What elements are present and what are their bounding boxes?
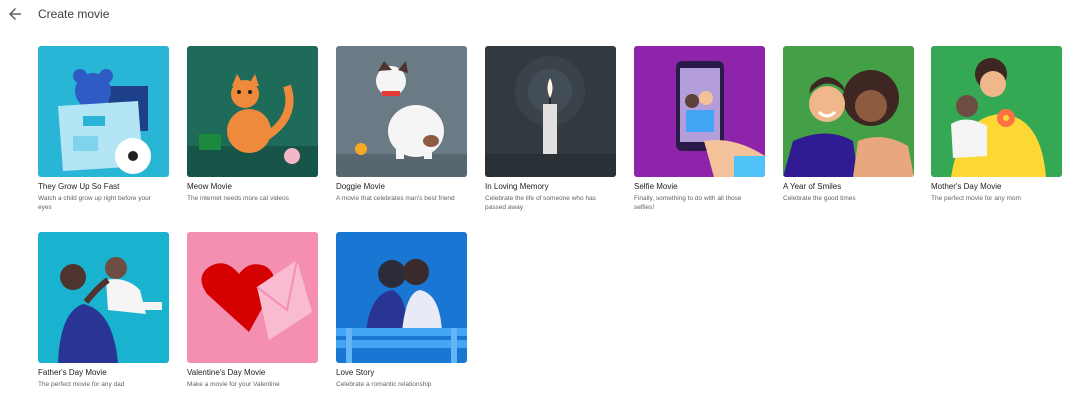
card-title: Father's Day Movie (38, 368, 107, 377)
card-description: Celebrate the life of someone who has pa… (485, 195, 596, 211)
card-description: Watch a child grow up right before your … (38, 195, 151, 211)
card-thumbnail (336, 46, 467, 177)
card-thumbnail (38, 46, 169, 177)
card-title: Mother's Day Movie (931, 182, 1002, 191)
card-doggie-movie[interactable]: Doggie Movie A movie that celebrates man… (336, 46, 467, 203)
card-selfie-movie[interactable]: Selfie Movie Finally, something to do wi… (634, 46, 765, 212)
couple-on-bench-illustration (336, 232, 467, 363)
arrow-back-icon[interactable] (6, 5, 24, 23)
smiling-couple-illustration (783, 46, 914, 177)
card-thumbnail (336, 232, 467, 363)
card-title: Love Story (336, 368, 375, 377)
card-in-loving-memory[interactable]: In Loving Memory Celebrate the life of s… (485, 46, 616, 212)
father-child-illustration (38, 232, 169, 363)
card-a-year-of-smiles[interactable]: A Year of Smiles Celebrate the good time… (783, 46, 914, 203)
candle-illustration (485, 46, 616, 177)
card-title: Valentine's Day Movie (187, 368, 266, 377)
page-title: Create movie (38, 7, 110, 21)
card-valentines-day-movie[interactable]: Valentine's Day Movie Make a movie for y… (187, 232, 318, 389)
teddy-bear-illustration (38, 46, 169, 177)
dog-illustration (336, 46, 467, 177)
mother-child-illustration (931, 46, 1062, 177)
card-fathers-day-movie[interactable]: Father's Day Movie The perfect movie for… (38, 232, 169, 389)
card-description: Make a movie for your Valentine (187, 381, 280, 388)
card-description: The perfect movie for any mom (931, 195, 1021, 202)
card-title: Doggie Movie (336, 182, 385, 191)
card-thumbnail (485, 46, 616, 177)
card-description: The perfect movie for any dad (38, 381, 125, 388)
card-mothers-day-movie[interactable]: Mother's Day Movie The perfect movie for… (931, 46, 1062, 203)
phone-selfie-illustration (634, 46, 765, 177)
card-description: Celebrate the good times (783, 195, 856, 202)
card-they-grow-up-so-fast[interactable]: They Grow Up So Fast Watch a child grow … (38, 46, 169, 212)
card-description: Finally, something to do with all those … (634, 195, 742, 211)
card-description: The internet needs more cat videos (187, 195, 289, 202)
card-title: Meow Movie (187, 182, 232, 191)
card-title: Selfie Movie (634, 182, 678, 191)
card-thumbnail (187, 232, 318, 363)
card-title: A Year of Smiles (783, 182, 842, 191)
card-description: Celebrate a romantic relationship (336, 381, 432, 388)
card-thumbnail (38, 232, 169, 363)
card-love-story[interactable]: Love Story Celebrate a romantic relation… (336, 232, 467, 389)
cat-illustration (187, 46, 318, 177)
card-thumbnail (187, 46, 318, 177)
card-thumbnail (931, 46, 1062, 177)
card-meow-movie[interactable]: Meow Movie The internet needs more cat v… (187, 46, 318, 203)
card-description: A movie that celebrates man's best frien… (336, 195, 455, 202)
header: Create movie (0, 0, 1080, 30)
card-thumbnail (783, 46, 914, 177)
heart-envelope-illustration (187, 232, 318, 363)
card-title: They Grow Up So Fast (38, 182, 120, 191)
card-title: In Loving Memory (485, 182, 549, 191)
card-thumbnail (634, 46, 765, 177)
